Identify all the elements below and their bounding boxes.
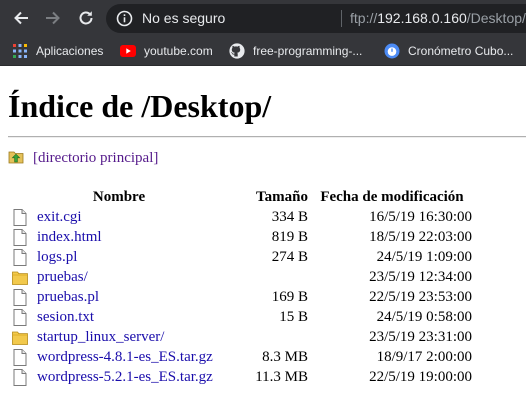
- date-cell: 18/5/19 22:03:00: [369, 228, 472, 245]
- file-icon: [12, 368, 28, 386]
- header-size[interactable]: Tamaño: [230, 187, 312, 207]
- size-cell: 274 B: [271, 248, 308, 265]
- directory-listing-table: Nombre Tamaño Fecha de modificación exit…: [8, 187, 472, 387]
- file-icon: [12, 248, 28, 266]
- page-title: Índice de /Desktop/: [8, 88, 272, 124]
- date-cell: 24/5/19 1:09:00: [376, 248, 472, 265]
- size-cell: [230, 267, 312, 287]
- reload-icon: [79, 11, 93, 25]
- date-cell: 16/5/19 16:30:00: [369, 208, 472, 225]
- url-text[interactable]: ftp://192.168.0.160/Desktop/: [350, 10, 526, 26]
- omnibox-divider: [341, 10, 342, 27]
- address-bar[interactable]: No es seguro ftp://192.168.0.160/Desktop…: [106, 4, 526, 33]
- folder-icon: [12, 268, 28, 286]
- name-cell: logs.pl: [8, 247, 230, 267]
- file-link[interactable]: wordpress-4.8.1-es_ES.tar.gz: [37, 349, 213, 366]
- bookmark-label: youtube.com: [144, 44, 213, 58]
- file-icon: [12, 288, 28, 306]
- parent-directory-link[interactable]: [directorio principal]: [8, 149, 158, 167]
- bookmark-cronometro[interactable]: Cronómetro Cubo...: [384, 42, 513, 60]
- parent-directory-label[interactable]: [directorio principal]: [33, 150, 158, 167]
- security-status[interactable]: No es seguro: [142, 10, 225, 26]
- table-body: exit.cgi 334 B 16/5/19 16:30:00 index.html 8…: [8, 207, 472, 387]
- date-cell: 23/5/19 12:34:00: [369, 268, 472, 285]
- size-cell: 169 B: [271, 288, 308, 305]
- bookmarks-bar: Aplicaciones youtube.com free-programmin…: [0, 37, 526, 66]
- name-cell: exit.cgi: [8, 207, 230, 227]
- size-cell: 15 B: [279, 308, 308, 325]
- stopwatch-icon: [384, 43, 400, 59]
- table-row: pruebas/23/5/19 12:34:00: [8, 267, 472, 287]
- info-icon[interactable]: [116, 10, 133, 27]
- table-row: pruebas.pl 169 B 22/5/19 23:53:00: [8, 287, 472, 307]
- bookmark-youtube[interactable]: youtube.com: [120, 42, 213, 60]
- github-icon: [229, 43, 245, 59]
- bookmark-free-programming[interactable]: free-programming-...: [229, 42, 362, 60]
- forward-button[interactable]: [43, 8, 63, 28]
- name-cell: index.html: [8, 227, 230, 247]
- file-link[interactable]: exit.cgi: [37, 209, 82, 226]
- file-link[interactable]: logs.pl: [37, 249, 77, 266]
- bookmark-apps[interactable]: Aplicaciones: [12, 42, 103, 60]
- table-row: exit.cgi 334 B 16/5/19 16:30:00: [8, 207, 472, 227]
- file-link[interactable]: sesion.txt: [37, 309, 94, 326]
- date-cell: 22/5/19 19:00:00: [369, 368, 472, 385]
- header-name[interactable]: Nombre: [8, 187, 230, 207]
- url-host: 192.168.0.160: [377, 10, 467, 26]
- file-link[interactable]: wordpress-5.2.1-es_ES.tar.gz: [37, 369, 213, 386]
- name-cell: wordpress-4.8.1-es_ES.tar.gz: [8, 347, 230, 367]
- table-header-row: Nombre Tamaño Fecha de modificación: [8, 187, 472, 207]
- bookmark-label: Aplicaciones: [36, 44, 104, 58]
- size-cell: 334 B: [271, 208, 308, 225]
- bookmark-label: free-programming-...: [253, 44, 363, 58]
- date-cell: 22/5/19 23:53:00: [369, 288, 472, 305]
- name-cell: sesion.txt: [8, 307, 230, 327]
- table-row: logs.pl 274 B 24/5/19 1:09:00: [8, 247, 472, 267]
- table-row: startup_linux_server/23/5/19 23:31:00: [8, 327, 472, 347]
- youtube-icon: [120, 43, 136, 59]
- name-cell: pruebas/: [8, 267, 230, 287]
- reload-button[interactable]: [76, 8, 96, 28]
- folder-link[interactable]: startup_linux_server/: [37, 329, 164, 346]
- folder-link[interactable]: pruebas/: [37, 269, 88, 286]
- file-link[interactable]: pruebas.pl: [37, 289, 99, 306]
- name-cell: wordpress-5.2.1-es_ES.tar.gz: [8, 367, 230, 387]
- table-row: index.html 819 B 18/5/19 22:03:00: [8, 227, 472, 247]
- size-cell: 819 B: [271, 228, 308, 245]
- browser-toolbar: No es seguro ftp://192.168.0.160/Desktop…: [0, 0, 526, 37]
- size-cell: 11.3 MB: [255, 368, 308, 385]
- table-row: wordpress-5.2.1-es_ES.tar.gz 11.3 MB 22/5/…: [8, 367, 472, 387]
- name-cell: startup_linux_server/: [8, 327, 230, 347]
- page-content: Índice de /Desktop/ [directorio principa…: [0, 66, 526, 419]
- name-cell: pruebas.pl: [8, 287, 230, 307]
- date-cell: 23/5/19 23:31:00: [369, 328, 472, 345]
- url-path: /Desktop/: [466, 10, 526, 26]
- table-row: sesion.txt 15 B 24/5/19 0:58:00: [8, 307, 472, 327]
- back-arrow-icon: [14, 11, 28, 25]
- folder-icon: [12, 328, 28, 346]
- file-icon: [12, 228, 28, 246]
- file-icon: [12, 348, 28, 366]
- url-scheme: ftp://: [350, 10, 378, 26]
- apps-grid-icon: [12, 43, 28, 59]
- file-link[interactable]: index.html: [37, 229, 102, 246]
- bookmark-label: Cronómetro Cubo...: [408, 44, 514, 58]
- table-row: wordpress-4.8.1-es_ES.tar.gz 8.3 MB 18/9/1…: [8, 347, 472, 367]
- size-cell: [230, 327, 312, 347]
- header-date[interactable]: Fecha de modificación: [312, 187, 472, 207]
- title-divider: [8, 136, 526, 138]
- file-icon: [12, 208, 28, 226]
- date-cell: 18/9/17 2:00:00: [376, 348, 472, 365]
- size-cell: 8.3 MB: [262, 348, 308, 365]
- forward-arrow-icon: [46, 11, 60, 25]
- file-icon: [12, 308, 28, 326]
- up-folder-icon: [8, 148, 24, 169]
- date-cell: 24/5/19 0:58:00: [376, 308, 472, 325]
- back-button[interactable]: [11, 8, 31, 28]
